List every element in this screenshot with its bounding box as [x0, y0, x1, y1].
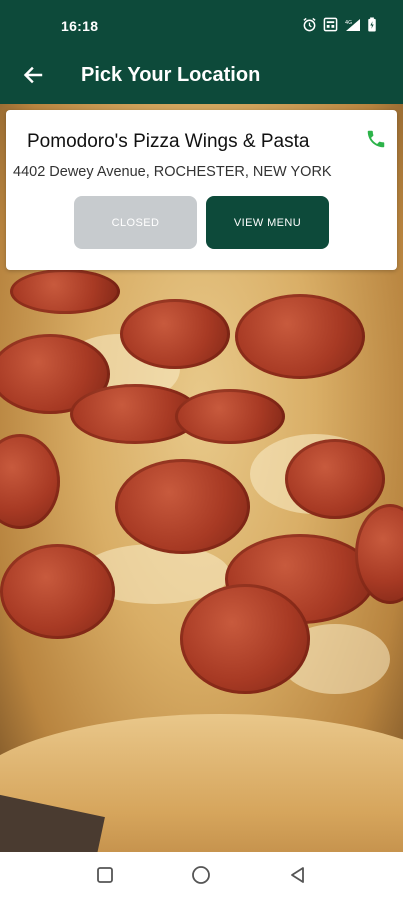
status-time: 16:18 — [61, 18, 99, 34]
restaurant-name: Pomodoro's Pizza Wings & Pasta — [27, 131, 310, 152]
view-menu-button[interactable]: VIEW MENU — [206, 196, 329, 249]
back-button[interactable] — [18, 62, 48, 92]
pepperoni-slice — [120, 299, 230, 369]
page-title: Pick Your Location — [81, 64, 261, 86]
restaurant-card: Pomodoro's Pizza Wings & Pasta 4402 Dewe… — [6, 110, 397, 270]
back-triangle-icon — [289, 866, 307, 889]
pepperoni-slice — [285, 439, 385, 519]
back-arrow-icon — [23, 65, 43, 90]
phone-icon — [365, 128, 387, 155]
recents-button[interactable] — [94, 866, 116, 888]
data-saver-icon — [323, 17, 338, 32]
closed-button: CLOSED — [74, 196, 197, 249]
pepperoni-slice — [0, 544, 115, 639]
system-nav-bar — [0, 852, 403, 900]
pepperoni-slice — [180, 584, 310, 694]
recents-square-icon — [96, 866, 114, 889]
svg-text:4G: 4G — [345, 20, 352, 26]
status-icons: 4G — [302, 17, 377, 32]
home-button[interactable] — [190, 865, 212, 890]
battery-icon — [367, 17, 377, 32]
pepperoni-slice — [10, 269, 120, 314]
pepperoni-slice — [175, 389, 285, 444]
call-button[interactable] — [363, 128, 389, 154]
app-bar: Pick Your Location — [0, 52, 403, 104]
home-circle-icon — [191, 865, 211, 890]
alarm-icon — [302, 17, 317, 32]
system-back-button[interactable] — [287, 866, 309, 888]
pepperoni-slice — [235, 294, 365, 379]
status-bar: 16:18 4G — [0, 0, 403, 52]
pepperoni-slice — [0, 434, 60, 529]
restaurant-address: 4402 Dewey Avenue, ROCHESTER, NEW YORK — [13, 164, 332, 180]
pepperoni-slice — [115, 459, 250, 554]
signal-icon: 4G — [344, 18, 361, 32]
